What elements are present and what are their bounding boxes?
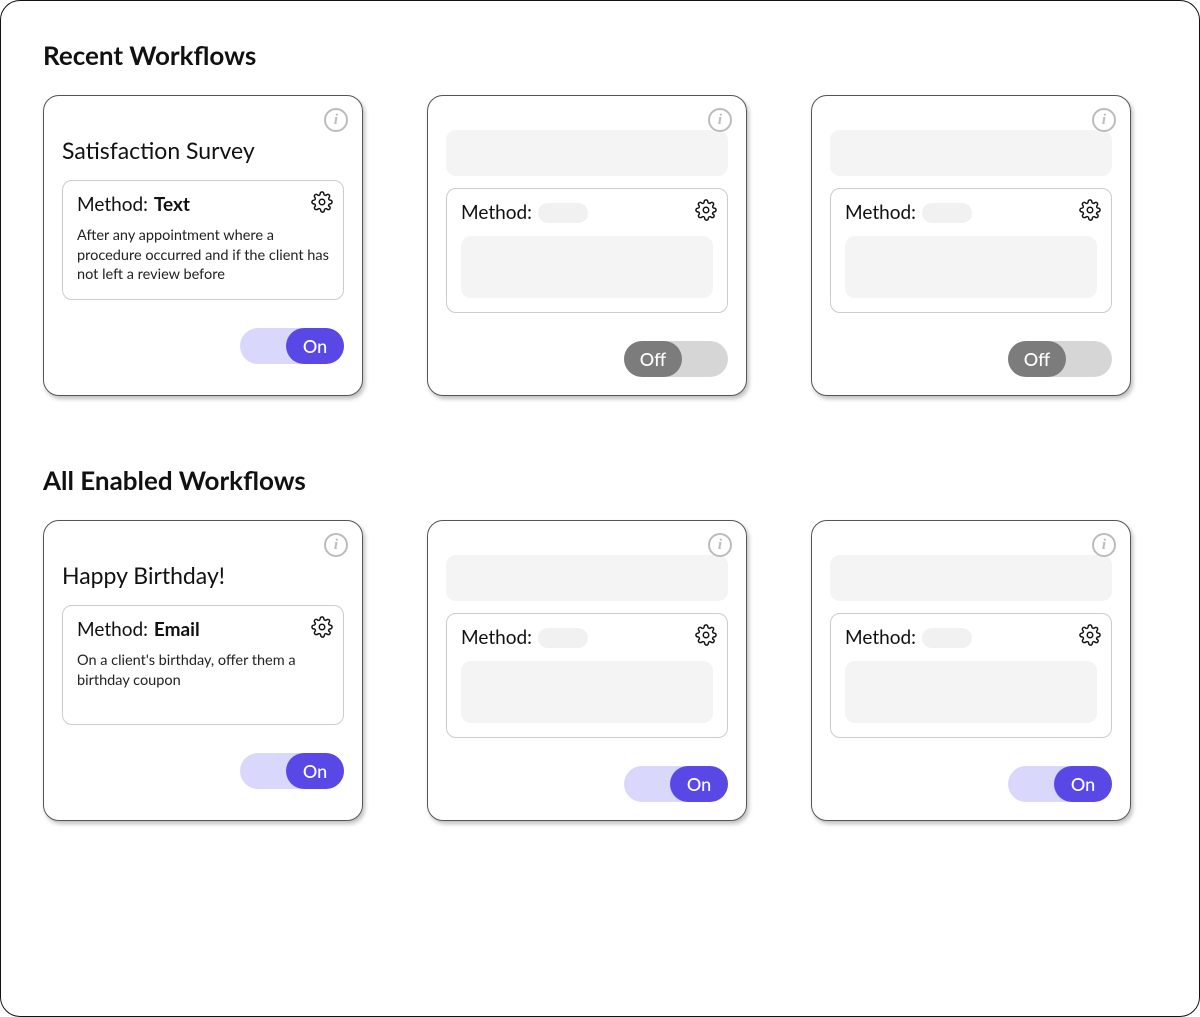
enabled-workflows-heading: All Enabled Workflows xyxy=(43,464,1157,496)
method-value-placeholder xyxy=(538,628,588,648)
toggle-knob: Off xyxy=(1008,341,1066,377)
info-icon[interactable] xyxy=(1092,108,1116,132)
info-icon[interactable] xyxy=(324,108,348,132)
title-placeholder xyxy=(830,555,1112,601)
workflow-method-line: Method: xyxy=(845,626,1097,649)
title-placeholder xyxy=(446,555,728,601)
workflow-method-box: Method: Email On a client's birthday, of… xyxy=(62,605,344,725)
method-value-placeholder xyxy=(922,203,972,223)
workflow-method-box: Method: xyxy=(830,188,1112,313)
workflow-card: Happy Birthday! Method: Email On a clien… xyxy=(43,520,363,821)
method-label: Method: xyxy=(461,201,532,224)
method-value-placeholder xyxy=(538,203,588,223)
description-placeholder xyxy=(461,236,713,298)
workflow-card: Method: Off xyxy=(427,95,747,396)
method-value-placeholder xyxy=(922,628,972,648)
method-label: Method: xyxy=(845,626,916,649)
workflow-toggle[interactable]: Off xyxy=(1008,341,1112,377)
method-value: Text xyxy=(154,193,190,216)
workflow-method-box: Method: Text After any appointment where… xyxy=(62,180,344,300)
recent-workflows-row: Satisfaction Survey Method: Text After a… xyxy=(43,95,1157,396)
workflow-method-line: Method: xyxy=(461,201,713,224)
enabled-workflows-row: Happy Birthday! Method: Email On a clien… xyxy=(43,520,1157,821)
workflow-card: Method: Off xyxy=(811,95,1131,396)
gear-icon[interactable] xyxy=(695,624,717,646)
workflow-toggle[interactable]: On xyxy=(1008,766,1112,802)
gear-icon[interactable] xyxy=(1079,199,1101,221)
workflow-card: Method: On xyxy=(811,520,1131,821)
workflow-card: Satisfaction Survey Method: Text After a… xyxy=(43,95,363,396)
title-placeholder xyxy=(446,130,728,176)
workflow-toggle[interactable]: Off xyxy=(624,341,728,377)
gear-icon[interactable] xyxy=(1079,624,1101,646)
workflow-toggle[interactable]: On xyxy=(240,328,344,364)
workflow-card: Method: On xyxy=(427,520,747,821)
description-placeholder xyxy=(845,236,1097,298)
workflow-title: Happy Birthday! xyxy=(62,561,344,589)
workflow-method-box: Method: xyxy=(446,613,728,738)
gear-icon[interactable] xyxy=(311,191,333,213)
info-icon[interactable] xyxy=(708,108,732,132)
workflow-method-line: Method: Text xyxy=(77,193,329,216)
method-label: Method: xyxy=(845,201,916,224)
toggle-knob: Off xyxy=(624,341,682,377)
toggle-knob: On xyxy=(286,328,344,364)
workflow-method-line: Method: xyxy=(461,626,713,649)
toggle-knob: On xyxy=(670,766,728,802)
info-icon[interactable] xyxy=(324,533,348,557)
workflow-method-box: Method: xyxy=(830,613,1112,738)
workflows-page: Recent Workflows Satisfaction Survey Met… xyxy=(0,0,1200,1017)
workflow-method-box: Method: xyxy=(446,188,728,313)
description-placeholder xyxy=(461,661,713,723)
method-label: Method: xyxy=(77,193,148,216)
toggle-knob: On xyxy=(1054,766,1112,802)
workflow-description: On a client's birthday, offer them a bir… xyxy=(77,651,329,690)
workflow-description: After any appointment where a procedure … xyxy=(77,226,329,285)
description-placeholder xyxy=(845,661,1097,723)
workflow-title: Satisfaction Survey xyxy=(62,136,344,164)
info-icon[interactable] xyxy=(1092,533,1116,557)
method-value: Email xyxy=(154,618,200,641)
info-icon[interactable] xyxy=(708,533,732,557)
workflow-toggle[interactable]: On xyxy=(240,753,344,789)
title-placeholder xyxy=(830,130,1112,176)
recent-workflows-heading: Recent Workflows xyxy=(43,39,1157,71)
workflow-method-line: Method: xyxy=(845,201,1097,224)
workflow-method-line: Method: Email xyxy=(77,618,329,641)
gear-icon[interactable] xyxy=(311,616,333,638)
method-label: Method: xyxy=(77,618,148,641)
method-label: Method: xyxy=(461,626,532,649)
workflow-toggle[interactable]: On xyxy=(624,766,728,802)
toggle-knob: On xyxy=(286,753,344,789)
gear-icon[interactable] xyxy=(695,199,717,221)
